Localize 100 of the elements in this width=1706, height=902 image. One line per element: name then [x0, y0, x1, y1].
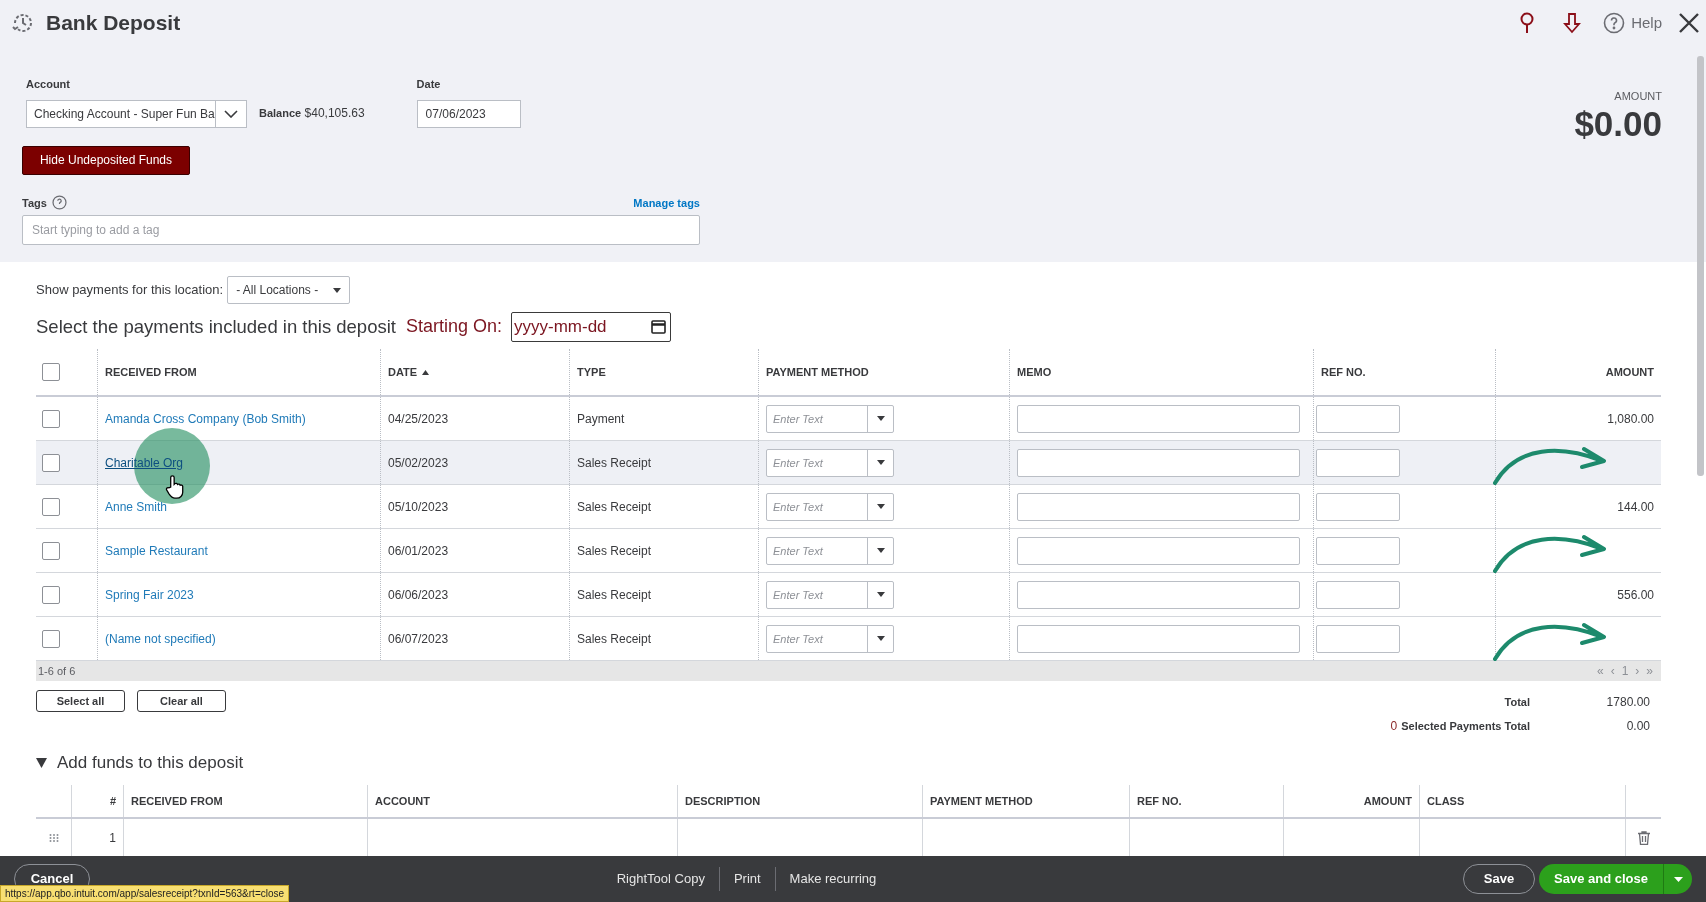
location-select[interactable]: - All Locations -	[227, 276, 351, 304]
checkbox[interactable]	[42, 585, 60, 604]
add-funds-heading[interactable]: Add funds to this deposit	[57, 750, 244, 776]
trash-icon[interactable]	[1637, 830, 1650, 845]
ref-no-field[interactable]	[1316, 536, 1400, 565]
range-text: 1-6 of 6	[38, 663, 76, 679]
recurring-clock-icon	[11, 11, 35, 35]
pin-icon[interactable]	[1519, 12, 1536, 34]
amount-text: 556.00	[1617, 586, 1654, 604]
down-arrow-icon[interactable]	[1563, 12, 1582, 34]
column-header: DESCRIPTION	[685, 793, 761, 809]
column-header[interactable]: TYPE	[577, 363, 606, 381]
type-text: Sales Receipt	[577, 542, 652, 560]
chevron-down-icon	[224, 109, 238, 118]
table-row[interactable]: Spring Fair 2023 06/06/2023 Sales Receipt Enter Text 556.00	[36, 573, 1661, 617]
memo-field[interactable]	[1017, 624, 1300, 653]
memo-field[interactable]	[1017, 404, 1300, 433]
type-text: Payment	[577, 410, 625, 428]
starting-on-field[interactable]: yyyy-mm-dd	[511, 311, 671, 342]
close-icon[interactable]	[1678, 12, 1700, 34]
column-header[interactable]: REF NO.	[1321, 363, 1366, 381]
ref-no-field[interactable]	[1316, 624, 1400, 653]
column-header: CLASS	[1427, 793, 1465, 809]
ref-no-field[interactable]	[1316, 492, 1400, 521]
payer-link[interactable]: Charitable Org	[105, 453, 184, 472]
amount-label: AMOUNT	[1614, 89, 1662, 104]
checkbox[interactable]	[42, 453, 60, 472]
column-header: ACCOUNT	[375, 793, 430, 809]
payer-link[interactable]: Spring Fair 2023	[105, 585, 194, 604]
balance-text: Balance $40,105.63	[259, 104, 365, 122]
checkbox[interactable]	[42, 541, 60, 560]
caret-down-icon	[1673, 876, 1683, 882]
memo-field[interactable]	[1017, 580, 1300, 609]
manage-tags-link[interactable]: Manage tags	[633, 194, 700, 211]
type-text: Sales Receipt	[577, 498, 652, 516]
location-label: Show payments for this location:	[36, 281, 224, 300]
checkbox[interactable]	[42, 629, 60, 648]
column-header: REF NO.	[1137, 793, 1182, 809]
column-header: AMOUNT	[1363, 793, 1412, 809]
total-value: 1780.00	[1605, 694, 1650, 711]
drag-handle-icon[interactable]	[48, 832, 59, 843]
footer-link[interactable]: Make recurring	[789, 869, 877, 889]
type-text: Sales Receipt	[577, 454, 652, 472]
field-label: Tags	[22, 195, 47, 211]
select-all-button[interactable]: Select all	[36, 690, 125, 712]
table-row[interactable]: Charitable Org 05/02/2023 Sales Receipt Enter Text	[36, 441, 1661, 485]
table-row[interactable]: Anne Smith 05/10/2023 Sales Receipt Enter Text 144.00	[36, 485, 1661, 529]
caret-down-icon	[876, 504, 885, 509]
amount-value: $0.00	[1574, 104, 1662, 143]
help-icon[interactable]	[1603, 12, 1626, 34]
memo-field[interactable]	[1017, 448, 1300, 477]
memo-field[interactable]	[1017, 536, 1300, 565]
scrollbar[interactable]	[1697, 56, 1704, 476]
starting-on-label: Starting On:	[405, 315, 502, 338]
ref-no-field[interactable]	[1316, 404, 1400, 433]
caret-down-icon	[876, 548, 885, 553]
table-row[interactable]: Sample Restaurant 06/01/2023 Sales Receipt Enter Text	[36, 529, 1661, 573]
status-url-tooltip: https://app.qbo.intuit.com/app/salesreceipt?txnId=563&rt=close	[0, 885, 290, 902]
table-row[interactable]: Amanda Cross Company (Bob Smith) 04/25/2023 Payment Enter Text 1,080.00	[36, 397, 1661, 441]
date-text: 06/06/2023	[388, 586, 449, 604]
caret-down-icon	[876, 592, 885, 597]
table-row[interactable]: (Name not specified) 06/07/2023 Sales Receipt Enter Text	[36, 617, 1661, 661]
caret-down-icon	[876, 636, 885, 641]
amount-text: 1,080.00	[1607, 410, 1654, 428]
footer-link[interactable]: RightTool Copy	[616, 869, 705, 889]
clear-all-button[interactable]: Clear all	[137, 690, 226, 712]
date-text: 06/01/2023	[388, 542, 449, 560]
tags-field[interactable]: Start typing to add a tag	[22, 215, 700, 245]
column-header[interactable]: RECEIVED FROM	[105, 363, 197, 381]
payer-link[interactable]: Sample Restaurant	[105, 541, 208, 560]
date-text: 06/07/2023	[388, 630, 449, 648]
total-label: Total	[1503, 695, 1530, 710]
help-icon[interactable]	[51, 195, 67, 211]
date-field[interactable]: 07/06/2023	[416, 99, 521, 128]
caret-down-icon	[876, 460, 885, 465]
calendar-icon	[651, 319, 666, 334]
hide-undeposited-funds-button[interactable]: Hide Undeposited Funds	[22, 145, 190, 175]
help-link[interactable]: Help	[1631, 11, 1662, 35]
checkbox[interactable]	[42, 363, 60, 381]
account-select[interactable]: Checking Account - Super Fun Ba	[26, 99, 247, 128]
checkbox[interactable]	[42, 409, 60, 428]
type-text: Sales Receipt	[577, 586, 652, 604]
date-text: 04/25/2023	[388, 410, 449, 428]
payer-link[interactable]: Anne Smith	[105, 497, 168, 516]
ref-no-field[interactable]	[1316, 580, 1400, 609]
column-header[interactable]: PAYMENT METHOD	[766, 363, 869, 381]
payer-link[interactable]: (Name not specified)	[105, 629, 216, 648]
column-header[interactable]: AMOUNT	[1605, 363, 1654, 381]
collapse-triangle-icon[interactable]	[36, 758, 47, 768]
selected-total-value: 0.00	[1625, 718, 1650, 735]
payer-link[interactable]: Amanda Cross Company (Bob Smith)	[105, 409, 306, 428]
ref-no-field[interactable]	[1316, 448, 1400, 477]
caret-down-icon	[333, 287, 342, 293]
hand-cursor-icon	[164, 475, 186, 499]
column-header[interactable]: MEMO	[1017, 363, 1052, 381]
footer-link[interactable]: Print	[733, 869, 761, 889]
column-header[interactable]: DATE	[388, 363, 418, 381]
memo-field[interactable]	[1017, 492, 1300, 521]
checkbox[interactable]	[42, 497, 60, 516]
type-text: Sales Receipt	[577, 630, 652, 648]
